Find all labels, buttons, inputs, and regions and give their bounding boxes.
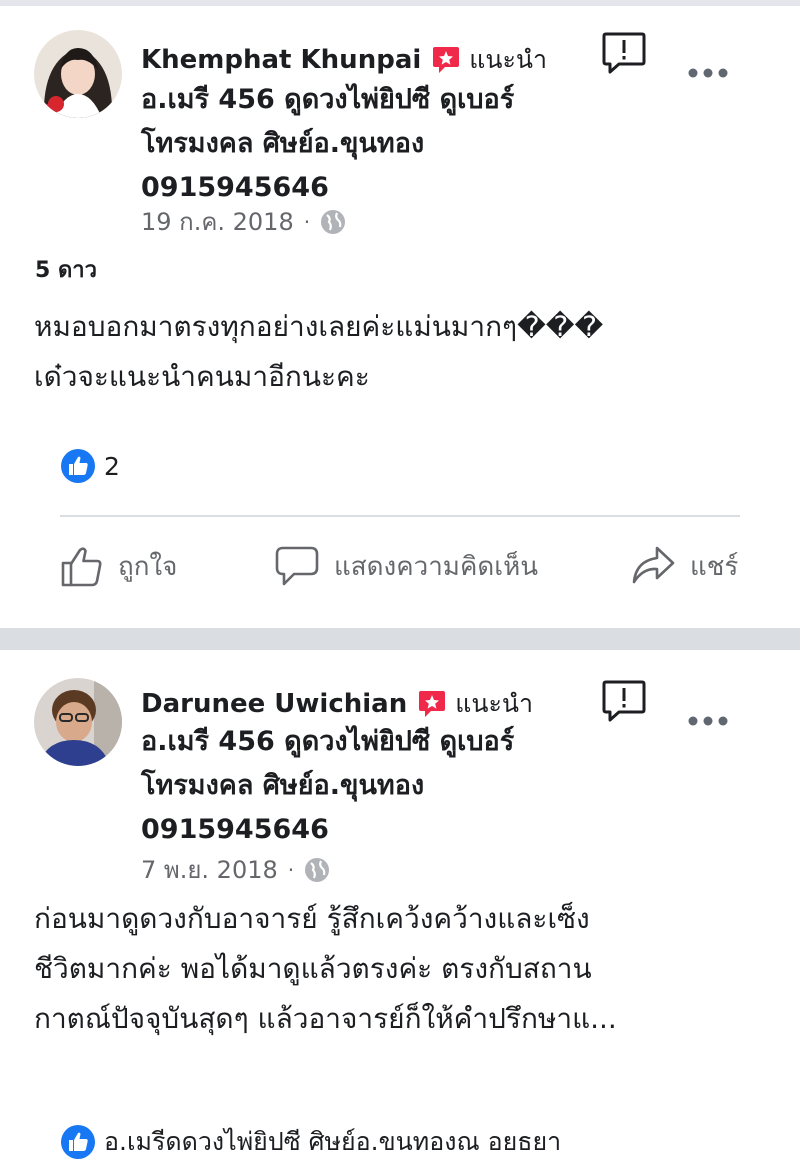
- report-icon[interactable]: [601, 678, 647, 724]
- page-name[interactable]: อ.เมรี 456 ดูดวงไพ่ยิปซี ดูเบอร์ โทรมงคล…: [141, 78, 581, 210]
- post-meta: 19 ก.ค. 2018 ·: [141, 202, 346, 241]
- globe-icon: [321, 209, 346, 234]
- author-name[interactable]: Khemphat Khunpai: [141, 45, 421, 75]
- post-text-line: เด๋วจะแนะนำคนมาอีกนะคะ: [34, 360, 370, 393]
- page-name-line: โทรมงคล ศิษย์อ.ขุนทอง: [141, 128, 425, 159]
- share-button-label: แชร์: [690, 551, 739, 582]
- comment-button[interactable]: แสดงความคิดเห็น: [274, 544, 538, 588]
- page-name-line: อ.เมรี 456 ดูดวงไพ่ยิปซี ดูเบอร์: [141, 84, 515, 115]
- review-post-2: Darunee Uwichian แนะนำ อ.เมรี 456 ดูดวงไ…: [0, 650, 800, 1159]
- author-row: Khemphat Khunpai แนะนำ: [141, 40, 547, 80]
- recommend-icon: [419, 691, 446, 717]
- meta-dot: ·: [287, 857, 295, 882]
- like-count: 2: [104, 451, 120, 481]
- globe-icon: [305, 857, 330, 882]
- reaction-summary[interactable]: อ.เมรีดดวงไพ่ยิปซี ศิษย์อ.ขนทองณ อยธยา: [60, 1122, 561, 1162]
- share-icon: [632, 546, 675, 584]
- avatar[interactable]: [34, 678, 122, 766]
- review-post-1: Khemphat Khunpai แนะนำ อ.เมรี 456 ดูดวงไ…: [0, 6, 800, 628]
- recommend-icon: [433, 47, 460, 73]
- post-text-line: กาตณ์ปัจจุบันสุดๆ แล้วอาจารย์ก็ให้คำปรึก…: [34, 1002, 617, 1035]
- post-text-line: ชีวิตมากค่ะ พอได้มาดูแล้วตรงค่ะ ตรงกับสถ…: [34, 952, 592, 985]
- avatar[interactable]: [34, 30, 122, 118]
- post-text: หมอบอกมาตรงทุกอย่างเลยค่ะแม่นมากๆ��� เด๋…: [34, 302, 774, 402]
- post-text-line: หมอบอกมาตรงทุกอย่างเลยค่ะแม่นมากๆ���: [34, 310, 604, 343]
- post-text-line: ก่อนมาดูดวงกับอาจารย์ รู้สึกเคว้งคว้างแล…: [34, 902, 590, 935]
- comment-button-label: แสดงความคิดเห็น: [334, 551, 539, 582]
- page-name-line: อ.เมรี 456 ดูดวงไพ่ยิปซี ดูเบอร์: [141, 726, 515, 757]
- like-badge-icon: [61, 449, 95, 483]
- like-button-label: ถูกใจ: [118, 551, 178, 582]
- report-icon[interactable]: [601, 30, 647, 76]
- like-badge-icon: [61, 1125, 95, 1159]
- post-meta: 7 พ.ย. 2018 ·: [141, 850, 330, 889]
- reaction-summary[interactable]: 2: [60, 448, 120, 484]
- comment-icon: [275, 546, 319, 586]
- post-date[interactable]: 7 พ.ย. 2018: [141, 850, 278, 889]
- rating-label: 5 ดาว: [35, 258, 97, 283]
- page-name-line: โทรมงคล ศิษย์อ.ขุนทอง: [141, 770, 425, 801]
- post-date[interactable]: 19 ก.ค. 2018: [141, 202, 294, 241]
- author-name[interactable]: Darunee Uwichian: [141, 689, 407, 719]
- liker-names: อ.เมรีดดวงไพ่ยิปซี ศิษย์อ.ขนทองณ อยธยา: [104, 1127, 562, 1156]
- post-divider: [0, 628, 800, 650]
- share-button[interactable]: แชร์: [630, 544, 738, 588]
- action-separator: [60, 515, 740, 517]
- recommend-label: แนะนำ: [455, 689, 533, 718]
- more-options-icon[interactable]: [688, 66, 728, 80]
- recommend-label: แนะนำ: [469, 45, 548, 74]
- like-button[interactable]: ถูกใจ: [60, 544, 177, 588]
- more-options-icon[interactable]: [688, 714, 728, 728]
- author-row: Darunee Uwichian แนะนำ: [141, 684, 533, 724]
- meta-dot: ·: [303, 209, 311, 234]
- post-text: ก่อนมาดูดวงกับอาจารย์ รู้สึกเคว้งคว้างแล…: [34, 894, 774, 1044]
- page-name[interactable]: อ.เมรี 456 ดูดวงไพ่ยิปซี ดูเบอร์ โทรมงคล…: [141, 720, 581, 852]
- page-phone: 0915945646: [141, 814, 329, 845]
- thumbs-up-icon: [61, 547, 102, 587]
